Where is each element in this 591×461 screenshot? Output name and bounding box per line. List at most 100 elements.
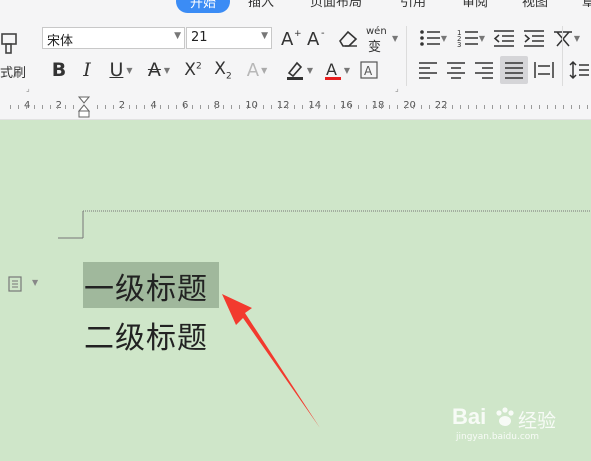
chevron-down-icon: ▼ [392,34,399,43]
paw-logo-icon [496,407,514,426]
paragraph-group-launcher-icon[interactable]: ⌟ [395,84,399,93]
align-right-icon [475,62,493,79]
heading-2-text[interactable]: 二级标题 [84,313,208,357]
highlighter-icon [286,61,303,80]
line-spacing-button[interactable] [568,58,590,82]
tab-references[interactable]: 引用 [400,0,426,10]
ruler-tick [357,105,359,109]
ruler-tick [373,105,375,109]
line-spacing-icon [569,60,589,80]
font-size-value: 21 [191,30,208,45]
chinese-layout-button[interactable]: ▼ [550,26,582,50]
chevron-down-icon: ▼ [478,33,486,43]
bold-button[interactable]: B [48,58,70,82]
svg-text:-: - [321,28,325,39]
justify-icon [505,62,523,79]
ruler-tick [65,105,67,109]
tab-chapter[interactable]: 章 [582,0,591,10]
distributed-align-icon [534,62,554,78]
ruler-tick [310,105,312,109]
svg-text:A: A [281,29,294,49]
strikethrough-button[interactable]: A ▼ [142,58,176,82]
ruler-tick [120,105,122,109]
underline-icon: U [109,59,124,81]
ruler-tick [476,105,478,109]
ruler-tick [515,105,517,109]
ribbon-toolbar: 开始 插入 页面布局 引用 审阅 视图 章 式刷 宋体 ▼ 21 ▼ A + A-… [0,0,591,96]
chevron-down-icon: ▼ [32,278,39,287]
font-name-select[interactable]: 宋体 ▼ [42,27,185,49]
ruler-tick [365,105,367,109]
ruler-tick [104,105,106,109]
ruler-tick [547,105,549,109]
italic-button[interactable]: I [76,58,98,82]
tab-page-layout[interactable]: 页面布局 [310,0,362,10]
char-border-icon: A [360,61,378,79]
font-name-value: 宋体 [47,34,74,49]
ruler-tick [199,105,201,109]
ruler-tick [484,105,485,109]
format-painter-button[interactable]: 式刷 [0,26,28,82]
ruler-tick [491,105,493,109]
highlight-button[interactable]: ▼ [282,58,316,82]
ruler-tick [175,105,177,109]
font-color-button[interactable]: A ▼ [320,58,354,82]
indent-marker-icon[interactable] [78,96,90,118]
horizontal-ruler[interactable]: 4 2 2 4 6 8 10 12 14 16 18 20 22 [0,96,591,120]
paragraph-menu-button[interactable]: ▼ [8,276,42,294]
ruler-tick [507,105,509,109]
underline-button[interactable]: U ▼ [104,58,138,82]
tab-view[interactable]: 视图 [522,0,548,10]
ruler-tick [436,105,438,109]
text-effect-button[interactable]: A ▼ [242,58,272,82]
heading-1-text[interactable]: 一级标题 [84,264,208,308]
tab-review[interactable]: 审阅 [462,0,488,10]
chevron-down-icon: ▼ [261,31,268,41]
brush-icon [1,33,17,54]
ruler-tick [523,105,525,109]
tab-insert[interactable]: 插入 [248,0,274,10]
bold-icon: B [51,59,67,81]
ruler-tick [428,105,430,109]
eraser-icon [339,30,358,47]
ruler-tick [444,105,446,109]
font-group-launcher-icon[interactable]: ⌟ [26,84,30,93]
numbered-list-button[interactable]: 123 ▼ [454,26,488,50]
grow-font-button[interactable]: A + [280,26,302,50]
superscript-icon: X2 [184,60,202,80]
ribbon-separator [406,26,407,86]
shrink-font-icon: A- [307,28,325,49]
font-color-icon: A [324,60,341,80]
align-right-button[interactable] [472,58,496,82]
ruler-tick [349,105,351,109]
align-center-button[interactable] [444,58,468,82]
ruler-tick [270,105,272,109]
align-left-button[interactable] [416,58,440,82]
superscript-button[interactable]: X2 [180,58,206,82]
pinyin-guide-button[interactable]: wén 变 ▼ [366,26,400,55]
decrease-indent-button[interactable] [492,26,516,50]
increase-indent-button[interactable] [522,26,546,50]
shrink-font-button[interactable]: A- [306,26,328,50]
ruler-tick [57,105,59,109]
chevron-down-icon: ▼ [440,33,448,43]
chevron-down-icon: ▼ [126,65,133,75]
subscript-button[interactable]: X2 [210,58,236,82]
align-center-icon [447,62,465,79]
bullet-list-button[interactable]: ▼ [416,26,450,50]
clear-format-button[interactable] [336,26,360,50]
chevron-down-icon: ▼ [163,65,171,75]
grow-font-icon: A + [281,29,302,49]
svg-text:A: A [326,60,337,79]
ruler-tick [254,105,256,109]
distributed-align-button[interactable] [532,58,556,82]
ruler-tick [183,105,185,109]
bullet-list-icon [420,30,440,46]
char-border-button[interactable]: A [358,58,380,82]
font-size-select[interactable]: 21 ▼ [186,27,272,49]
justify-button[interactable] [500,56,528,84]
ruler-tick [326,105,327,109]
italic-icon: I [83,59,91,81]
tab-home[interactable]: 开始 [176,0,231,13]
ruler-tick [152,105,154,109]
